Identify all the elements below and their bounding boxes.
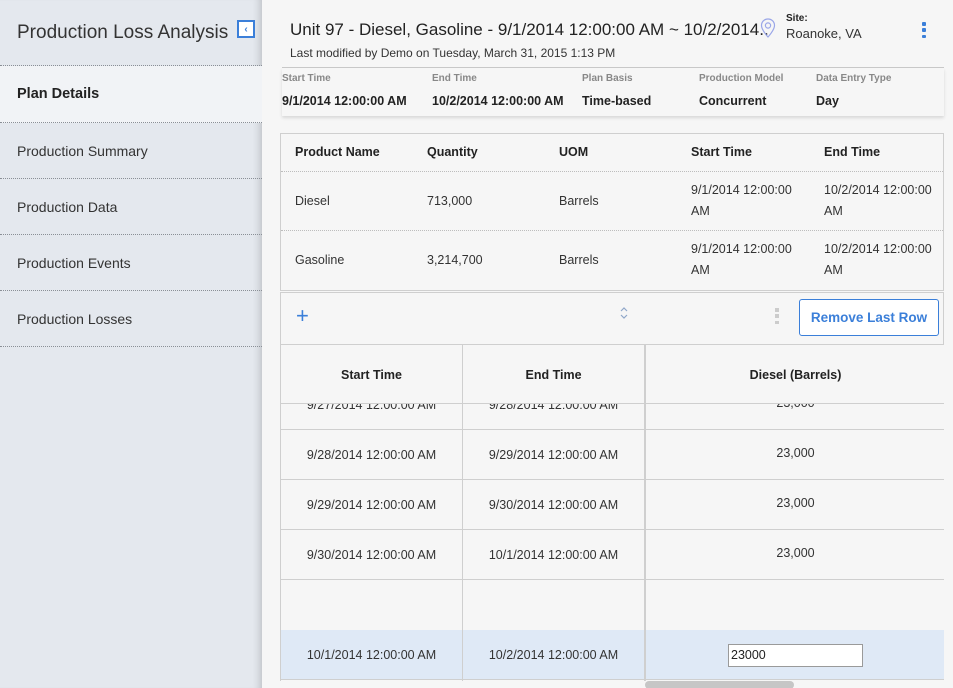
grid-cell-value — [646, 630, 944, 680]
map-pin-icon — [760, 18, 776, 38]
site-label: Site: — [786, 13, 808, 24]
table-row[interactable]: Gasoline 3,214,700 Barrels 9/1/2014 12:0… — [281, 231, 943, 290]
grid-header: Start Time End Time Diesel (Barrels) — [281, 344, 944, 404]
plus-icon[interactable]: + — [296, 305, 309, 327]
product-name: Gasoline — [295, 253, 345, 267]
sidebar-item-label: Production Data — [17, 198, 118, 215]
product-uom: Barrels — [559, 253, 599, 267]
meta-value: Time-based — [582, 94, 652, 108]
product-uom: Barrels — [559, 194, 599, 208]
table-row[interactable]: Diesel 713,000 Barrels 9/1/2014 12:00:00… — [281, 172, 943, 231]
meta-label: Plan Basis — [582, 73, 633, 84]
grid-cell-end: 9/29/2014 12:00:00 AM — [488, 448, 619, 462]
grid-cell-start: 9/28/2014 12:00:00 AM — [306, 448, 437, 462]
grid-toolbar: + Remove Last Row — [280, 292, 944, 344]
column-divider — [644, 344, 646, 681]
page-header: Unit 97 - Diesel, Gasoline - 9/1/2014 12… — [282, 0, 944, 68]
meta-label: End Time — [432, 73, 477, 84]
remove-last-row-button[interactable]: Remove Last Row — [799, 299, 939, 336]
meta-label: Start Time — [282, 73, 331, 84]
page-title: Unit 97 - Diesel, Gasoline - 9/1/2014 12… — [290, 20, 769, 39]
grid-row[interactable]: 9/30/2014 12:00:00 AM 10/1/2014 12:00:00 … — [281, 530, 944, 580]
column-header-diesel[interactable]: Diesel (Barrels) — [646, 345, 944, 404]
grid-cell-end: 10/1/2014 12:00:00 AM — [488, 548, 619, 562]
grid-cell-value: 23,000 — [776, 496, 815, 510]
column-header: Start Time — [691, 145, 752, 159]
sidebar-item-plan-details[interactable]: Plan Details — [0, 66, 262, 123]
sidebar-item-label: Production Summary — [17, 142, 148, 159]
grid-cell-end: 9/30/2014 12:00:00 AM — [488, 498, 619, 512]
column-header: End Time — [824, 145, 881, 159]
toolbar-menu-icon[interactable] — [775, 308, 779, 324]
horizontal-scrollbar[interactable] — [645, 681, 794, 688]
sidebar-item-production-data[interactable]: Production Data — [0, 179, 262, 235]
grid-row[interactable]: 9/28/2014 12:00:00 AM 9/29/2014 12:00:00 … — [281, 430, 944, 480]
sidebar-item-production-summary[interactable]: Production Summary — [0, 123, 262, 179]
main-content: Unit 97 - Diesel, Gasoline - 9/1/2014 12… — [262, 0, 953, 688]
sidebar-item-production-losses[interactable]: Production Losses — [0, 291, 262, 347]
grid-row-selected[interactable]: 10/1/2014 12:00:00 AM 10/2/2014 12:00:00… — [281, 630, 944, 680]
grid-cell-start: 9/30/2014 12:00:00 AM — [306, 548, 437, 562]
column-header: Quantity — [427, 145, 478, 159]
meta-value: 10/2/2014 12:00:00 AM — [432, 94, 564, 108]
sidebar-item-label: Production Events — [17, 254, 131, 271]
grid-cell-value: 23,000 — [776, 446, 815, 460]
meta-value: Day — [816, 94, 839, 108]
column-header: Product Name — [295, 145, 380, 159]
chevron-left-icon: ‹ — [244, 23, 248, 35]
grid-cell-value: 23,000 — [776, 546, 815, 560]
sidebar-item-label: Plan Details — [17, 86, 100, 102]
collapse-sidebar-button[interactable]: ‹ — [237, 20, 255, 38]
meta-value: 9/1/2014 12:00:00 AM — [282, 94, 407, 108]
meta-label: Data Entry Type — [816, 73, 892, 84]
grid-cell-end: 10/2/2014 12:00:00 AM — [488, 648, 619, 662]
kebab-menu-icon[interactable] — [920, 22, 928, 38]
sidebar-title: Production Loss Analysis — [17, 21, 229, 43]
sidebar-item-production-events[interactable]: Production Events — [0, 235, 262, 291]
sort-icon[interactable] — [619, 305, 629, 321]
plan-meta: Start Time 9/1/2014 12:00:00 AM End Time… — [282, 68, 944, 116]
table-header-row: Product Name Quantity UOM Start Time End… — [281, 134, 943, 172]
product-name: Diesel — [295, 194, 330, 208]
app-root: Production Loss Analysis ‹ Plan Details … — [0, 0, 953, 688]
column-header-start-time[interactable]: Start Time — [281, 345, 462, 404]
products-table: Product Name Quantity UOM Start Time End… — [280, 133, 944, 291]
production-data-grid: Start Time End Time Diesel (Barrels) 9/2… — [280, 344, 944, 681]
grid-cell-start: 9/29/2014 12:00:00 AM — [306, 498, 437, 512]
site-value: Roanoke, VA — [786, 26, 862, 41]
meta-value: Concurrent — [699, 94, 767, 108]
product-start-time: 9/1/2014 12:00:00 AM — [691, 242, 792, 277]
product-quantity: 713,000 — [427, 194, 473, 208]
sidebar-header: Production Loss Analysis — [0, 0, 262, 66]
meta-label: Production Model — [699, 73, 784, 84]
sidebar: Production Loss Analysis ‹ Plan Details … — [0, 0, 262, 688]
grid-row[interactable]: 9/29/2014 12:00:00 AM 9/30/2014 12:00:00 … — [281, 480, 944, 530]
column-divider — [462, 344, 463, 681]
product-start-time: 9/1/2014 12:00:00 AM — [691, 183, 792, 218]
diesel-value-input[interactable] — [728, 643, 863, 667]
column-header: UOM — [559, 145, 589, 159]
product-end-time: 10/2/2014 12:00:00 AM — [824, 242, 932, 277]
column-header-end-time[interactable]: End Time — [463, 345, 644, 404]
sidebar-item-label: Production Losses — [17, 310, 133, 327]
last-modified-text: Last modified by Demo on Tuesday, March … — [290, 46, 616, 60]
product-end-time: 10/2/2014 12:00:00 AM — [824, 183, 932, 218]
grid-cell-start: 10/1/2014 12:00:00 AM — [306, 648, 437, 662]
product-quantity: 3,214,700 — [427, 253, 483, 267]
